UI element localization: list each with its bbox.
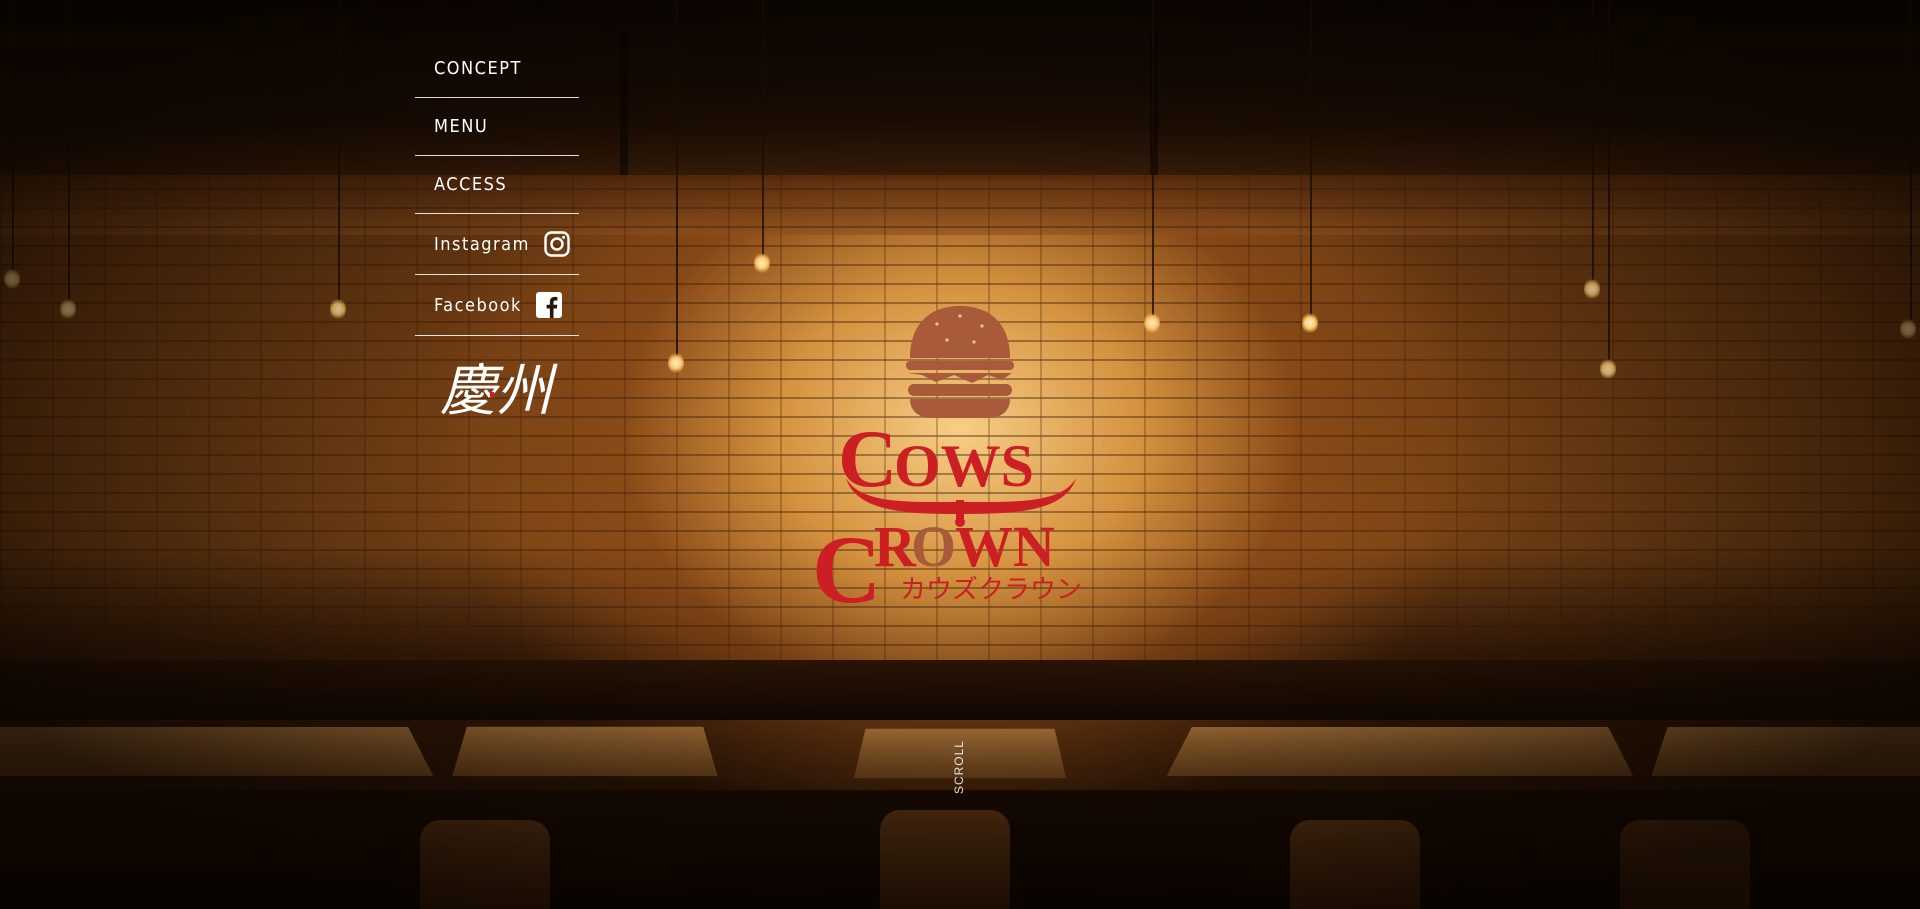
brand-logo[interactable]: C OWS C R O WN カウズクラウン [812,300,1108,623]
chair [420,820,550,909]
nav-item-label: Instagram [434,233,530,255]
main-nav: CONCEPT MENU ACCESS Instagram Facebook [415,40,579,336]
chair [1620,820,1750,909]
brand-line2-rest: WN [955,514,1055,579]
ceiling-background [0,0,1920,180]
partner-logo-text: 慶州 [440,359,558,424]
table [452,726,718,777]
lamp-wire [762,0,764,255]
lamp-bulb [668,352,684,374]
lamp-wire [12,0,14,270]
lamp-bulb [4,268,20,290]
lamp-wire [676,0,678,355]
brand-logo-graphic: C OWS C R O WN カウズクラウン [812,306,1082,623]
lamp-bulb [1302,312,1318,334]
lamp-wire [1310,0,1312,315]
nav-item-menu[interactable]: MENU [415,98,579,156]
burger-icon [906,306,1014,418]
brand-line2-first: C [812,516,881,610]
instagram-icon [544,231,570,257]
hero-section: CONCEPT MENU ACCESS Instagram Facebook 慶… [0,0,1920,909]
table [1166,726,1634,777]
facebook-icon [535,292,562,318]
nav-item-concept[interactable]: CONCEPT [415,40,579,98]
lamp-wire [338,0,340,300]
nav-item-label: ACCESS [434,174,508,195]
chair [880,810,1010,909]
lamp-bulb [754,252,770,274]
lamp-wire [1608,0,1610,360]
scroll-indicator[interactable]: SCROLL [952,740,966,794]
lamp-wire [1910,0,1912,320]
brand-line1-first: C [838,413,897,504]
lamp-bulb [1584,278,1600,300]
lamp-wire [1152,0,1154,315]
nav-item-instagram[interactable]: Instagram [415,214,579,275]
lamp-bulb [1600,358,1616,380]
lamp-bulb [1144,312,1160,334]
brand-line1-rest: OWS [894,433,1034,499]
lamp-bulb [1900,318,1916,340]
nav-item-label: CONCEPT [434,58,522,79]
lamp-bulb [330,298,346,320]
lamp-wire [68,0,70,300]
partner-logo[interactable]: 慶州 [438,348,558,428]
nav-item-label: Facebook [434,294,522,316]
brand-line2-o: O [911,514,956,579]
nav-item-label: MENU [434,116,489,137]
ceiling-beam [620,30,628,180]
table [0,726,434,777]
lamp-wire [1592,0,1594,280]
bench-seating [0,660,1920,720]
brand-katakana: カウズクラウン [900,575,1082,605]
nav-item-access[interactable]: ACCESS [415,156,579,214]
chair [1290,820,1420,909]
table [1651,726,1920,777]
lamp-bulb [60,298,76,320]
nav-item-facebook[interactable]: Facebook [415,275,579,336]
